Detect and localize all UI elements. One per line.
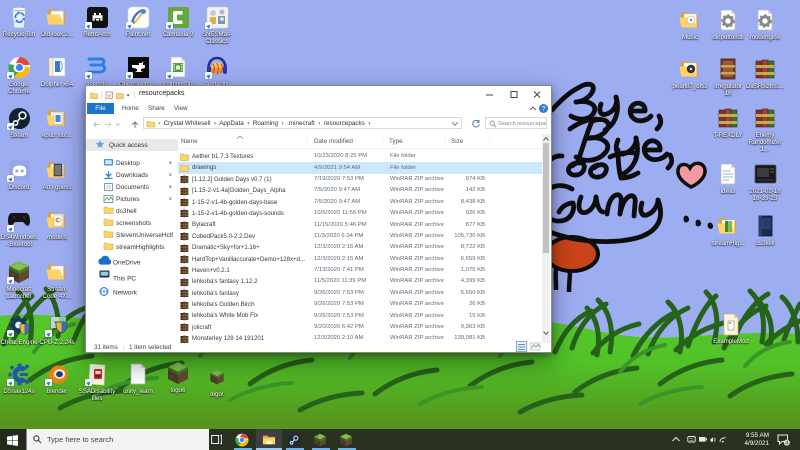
svg-text:Network: Network bbox=[113, 289, 138, 296]
svg-text:StevenUniverseHclf: StevenUniverseHclf bbox=[116, 232, 173, 239]
svg-text:4: 4 bbox=[785, 440, 788, 445]
svg-text:Downloads: Downloads bbox=[116, 172, 149, 179]
svg-text:This PC: This PC bbox=[113, 275, 136, 282]
svg-text:Documents: Documents bbox=[116, 184, 150, 191]
svg-text:streamHighlights: streamHighlights bbox=[116, 244, 165, 251]
svg-text:Pictures: Pictures bbox=[116, 196, 140, 203]
svg-text:OneDrive: OneDrive bbox=[113, 259, 141, 266]
svg-text:Quick access: Quick access bbox=[109, 142, 148, 149]
svg-text:ds3hell: ds3hell bbox=[116, 208, 137, 215]
svg-text:?: ? bbox=[542, 106, 546, 113]
svg-text:Desktop: Desktop bbox=[116, 160, 140, 167]
svg-text:screenshots: screenshots bbox=[116, 220, 152, 227]
